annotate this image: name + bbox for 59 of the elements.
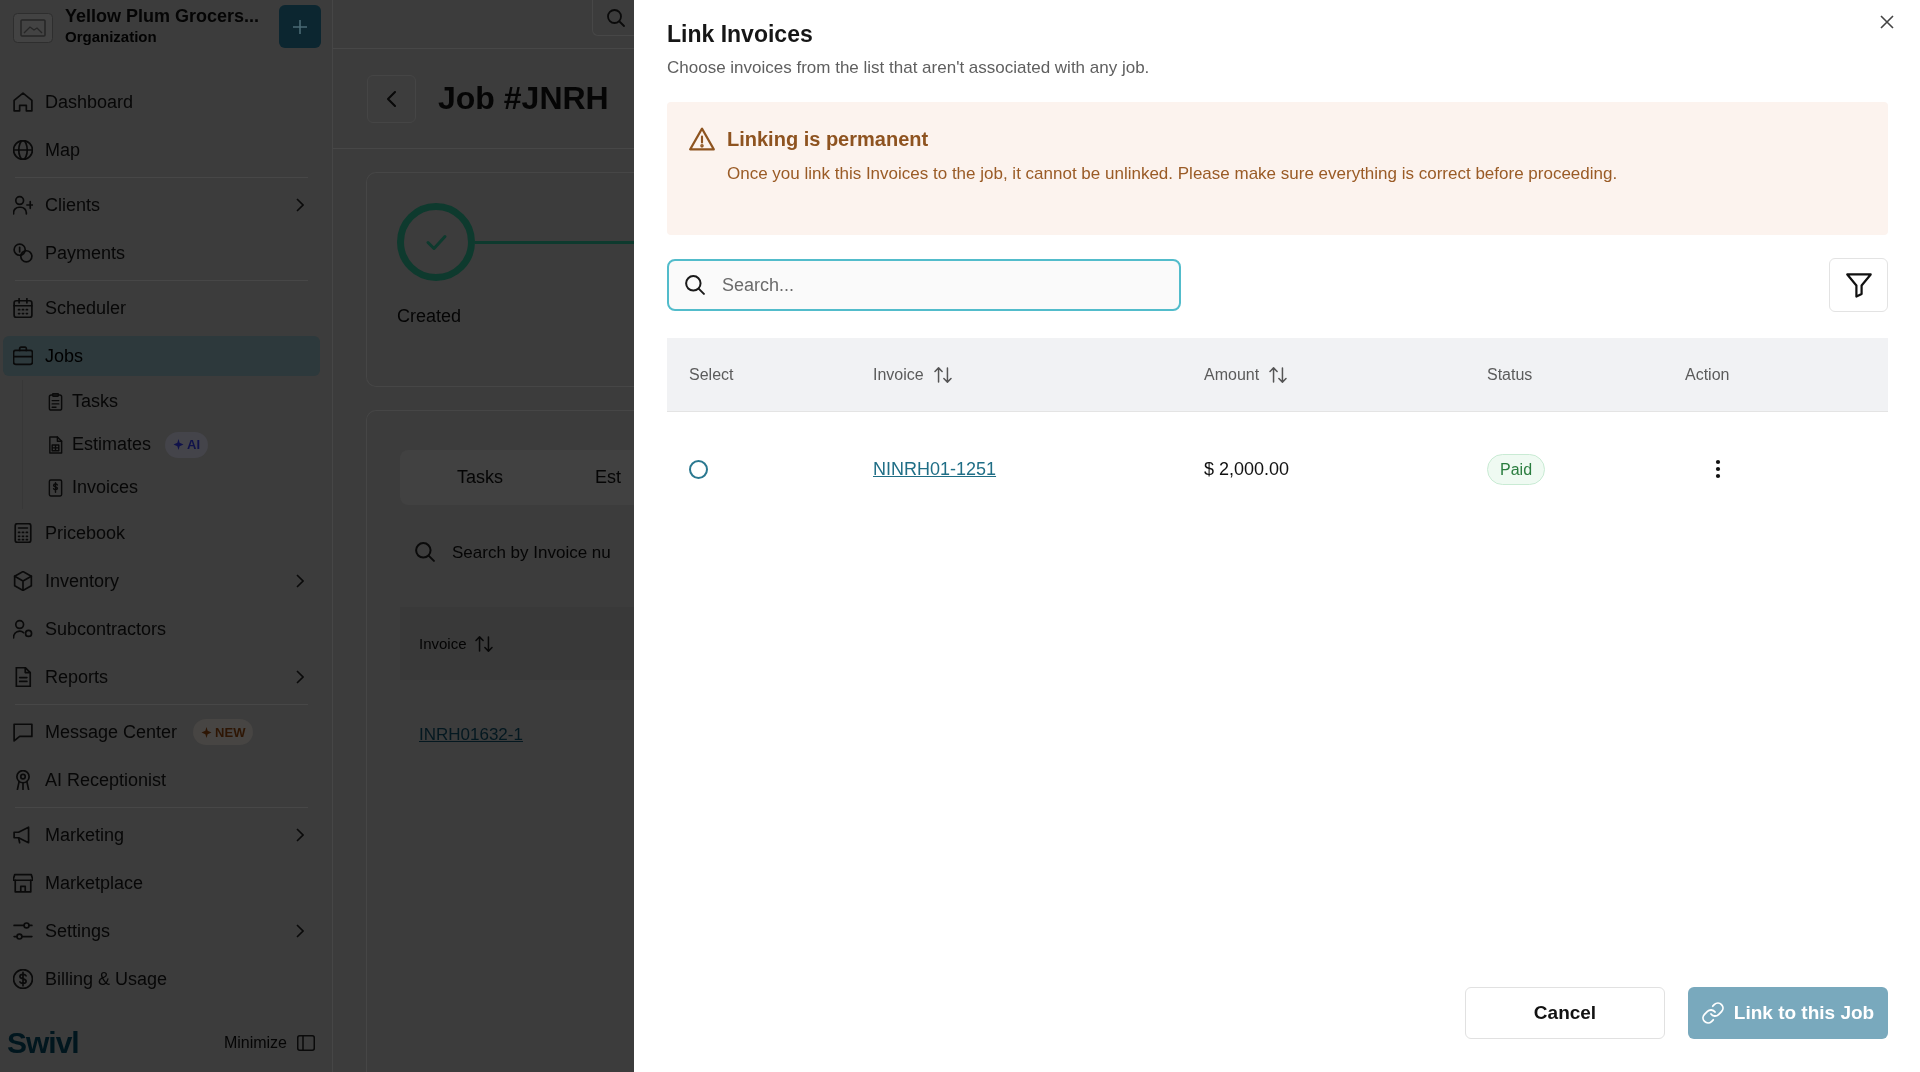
- amount-text: $ 2,000.00: [1204, 458, 1290, 480]
- radio-button[interactable]: [689, 459, 708, 479]
- sparkle-icon: [173, 439, 185, 450]
- document-icon: [13, 667, 33, 687]
- user-plus-icon: [13, 195, 33, 215]
- search-icon: [685, 275, 705, 295]
- search-icon: [607, 8, 625, 27]
- home-icon: [13, 92, 33, 112]
- tab[interactable]: Est: [549, 450, 634, 505]
- nav-item[interactable]: Jobs: [3, 336, 320, 376]
- person-ring-icon: [13, 619, 33, 639]
- step-label: Created: [397, 305, 463, 327]
- calculator-icon: [13, 523, 33, 543]
- image-placeholder-icon: [13, 13, 53, 43]
- column-header: Amount: [1204, 365, 1260, 384]
- column-header: Action: [1685, 365, 1730, 384]
- sort-icon[interactable]: [1269, 366, 1288, 383]
- briefcase-icon: [13, 346, 33, 366]
- sparkle-icon: [201, 726, 213, 738]
- tab[interactable]: Tasks: [411, 450, 549, 505]
- chat-icon: [13, 722, 33, 742]
- invoice-link[interactable]: NINRH01-1251: [873, 458, 997, 480]
- filter-button[interactable]: [1829, 258, 1888, 312]
- chevron-left-icon: [387, 90, 396, 107]
- column-header: Invoice: [873, 365, 924, 384]
- alert-title: Linking is permanent: [727, 127, 930, 152]
- cancel-button[interactable]: Cancel: [1465, 987, 1665, 1039]
- dialog-title: Link Invoices: [667, 20, 814, 48]
- brand-logo: Swivl: [7, 1026, 79, 1060]
- award-icon: [13, 770, 33, 790]
- globe-icon: [13, 140, 33, 160]
- minimize-button[interactable]: Minimize: [223, 1034, 315, 1052]
- more-options-icon[interactable]: [1715, 459, 1721, 479]
- badge-label: NEW: [215, 724, 246, 740]
- plus-icon: [292, 18, 308, 35]
- column-header: Status: [1487, 365, 1533, 384]
- cube-icon: [13, 571, 33, 591]
- warning-icon: [689, 127, 715, 151]
- sort-icon[interactable]: [933, 366, 952, 383]
- link-icon: [1701, 1002, 1724, 1024]
- search-field[interactable]: Search...: [667, 259, 1181, 311]
- invoice-link[interactable]: INRH01632-1: [419, 725, 523, 745]
- search-icon: [415, 542, 435, 562]
- sliders-icon: [13, 921, 33, 941]
- alert-message: Once you link this Invoices to the job, it cannot be unlinked. Please make sure everything is correct before proceeding.: [727, 163, 1619, 185]
- org-type: Organization: [65, 27, 158, 47]
- sidebar-toggle-icon: [297, 1035, 315, 1051]
- dialog-subtitle: Choose invoices from the list that aren't associated with any job.: [667, 57, 1150, 79]
- close-icon[interactable]: [1880, 15, 1894, 29]
- calendar-icon: [13, 298, 33, 318]
- filter-icon: [1845, 272, 1872, 298]
- page-title: Job #JNRH: [438, 80, 609, 117]
- dollar-document-icon: [47, 478, 64, 497]
- clipboard-icon: [47, 392, 64, 411]
- spreadsheet-icon: [47, 435, 64, 454]
- coins-icon: [13, 243, 33, 263]
- column-header: Select: [689, 365, 734, 384]
- status-badge: Paid: [1487, 453, 1546, 485]
- store-icon: [13, 873, 33, 893]
